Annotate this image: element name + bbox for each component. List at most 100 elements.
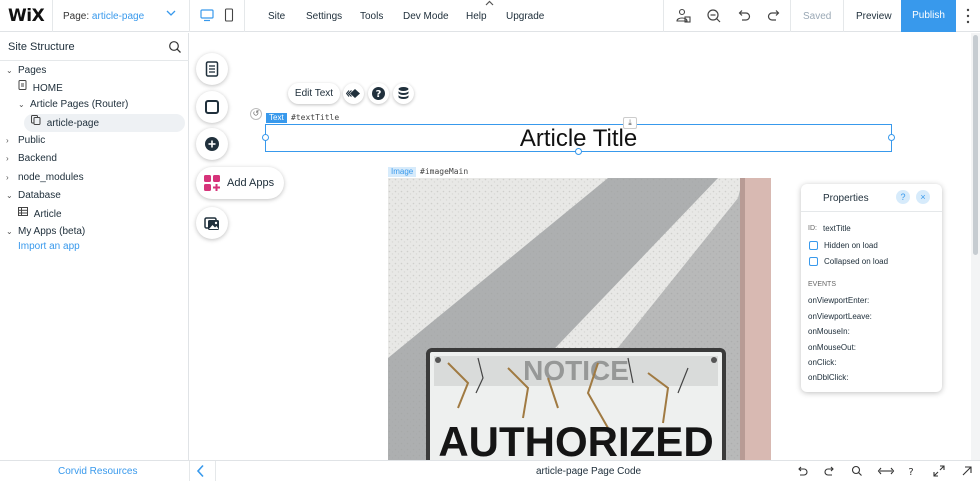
desktop-view-icon[interactable] bbox=[200, 8, 214, 22]
publish-button[interactable]: Publish bbox=[901, 0, 956, 32]
menu-tools[interactable]: Tools bbox=[360, 11, 383, 22]
corvid-resources-link[interactable]: Corvid Resources bbox=[58, 466, 137, 477]
tree-item-label: Database bbox=[18, 190, 61, 201]
database-icon bbox=[398, 87, 409, 99]
event-on-click[interactable]: onClick: bbox=[808, 358, 836, 367]
undo-icon[interactable] bbox=[735, 7, 753, 25]
canvas-scrollbar[interactable] bbox=[971, 33, 980, 460]
redo-icon[interactable] bbox=[765, 7, 783, 25]
tree-item-label: My Apps (beta) bbox=[18, 226, 86, 237]
id-input[interactable]: textTitle bbox=[823, 224, 851, 233]
more-options-button[interactable] bbox=[956, 0, 980, 32]
search-icon[interactable] bbox=[168, 40, 182, 54]
scrollbar-thumb[interactable] bbox=[973, 35, 978, 255]
page-selector-value: article-page bbox=[91, 11, 145, 22]
hidden-on-load-checkbox[interactable] bbox=[809, 241, 818, 250]
add-element-button[interactable] bbox=[196, 128, 228, 160]
chevron-right-icon: › bbox=[6, 173, 9, 182]
tree-item-article-pages-router[interactable]: ⌄ Article Pages (Router) bbox=[18, 96, 128, 114]
tree-item-label: article-page bbox=[46, 117, 100, 129]
help-icon[interactable]: ? bbox=[896, 190, 910, 204]
element-type-tag: Text bbox=[266, 113, 287, 123]
tree-item-node-modules[interactable]: › node_modules bbox=[6, 169, 84, 187]
zoom-out-icon[interactable] bbox=[705, 7, 723, 25]
media-icon bbox=[204, 217, 219, 230]
menu-settings[interactable]: Settings bbox=[306, 11, 342, 22]
import-app-label: Import an app bbox=[18, 241, 80, 252]
menu-dev-mode[interactable]: Dev Mode bbox=[403, 11, 449, 22]
event-on-viewport-enter[interactable]: onViewportEnter: bbox=[808, 296, 869, 305]
pages-icon bbox=[205, 61, 219, 77]
panel-title: Site Structure bbox=[8, 41, 75, 53]
divider bbox=[244, 0, 245, 32]
id-label: ID: bbox=[808, 225, 817, 232]
redo-icon[interactable] bbox=[823, 464, 837, 478]
divider bbox=[790, 0, 791, 32]
resize-handle-bottom[interactable] bbox=[575, 148, 582, 155]
expand-icon[interactable] bbox=[932, 464, 946, 478]
tree-item-pages[interactable]: ⌄ Pages bbox=[6, 62, 46, 80]
rotate-icon[interactable]: ↺ bbox=[250, 108, 262, 120]
checkbox-label: Collapsed on load bbox=[824, 257, 889, 266]
checkbox-label: Hidden on load bbox=[824, 241, 878, 250]
tree-item-public[interactable]: › Public bbox=[6, 132, 45, 150]
help-icon[interactable]: ? bbox=[904, 464, 918, 478]
tree-item-backend[interactable]: › Backend bbox=[6, 150, 57, 168]
media-tool-button[interactable] bbox=[196, 207, 228, 239]
svg-text:?: ? bbox=[908, 467, 913, 478]
tree-item-label: Article Pages (Router) bbox=[30, 99, 129, 110]
chevron-right-icon: › bbox=[6, 154, 9, 163]
chevron-left-icon[interactable] bbox=[196, 464, 205, 481]
code-panel-title: article-page Page Code bbox=[536, 466, 642, 477]
tree-item-label: node_modules bbox=[18, 172, 84, 183]
chevron-down-icon[interactable] bbox=[166, 8, 176, 21]
divider bbox=[0, 60, 189, 61]
tree-item-article-collection[interactable]: Article bbox=[18, 205, 62, 223]
tree-item-database[interactable]: ⌄ Database bbox=[6, 187, 61, 205]
close-icon[interactable]: × bbox=[916, 190, 930, 204]
resize-handle-left[interactable] bbox=[262, 134, 269, 141]
animation-button[interactable] bbox=[343, 83, 364, 104]
connect-data-button[interactable] bbox=[393, 83, 414, 104]
event-on-dbl-click[interactable]: onDblClick: bbox=[808, 373, 848, 382]
table-icon bbox=[18, 205, 28, 223]
divider bbox=[663, 0, 664, 32]
divider bbox=[189, 461, 190, 481]
pages-tool-button[interactable] bbox=[196, 53, 228, 85]
menu-site[interactable]: Site bbox=[268, 11, 285, 22]
preview-button[interactable]: Preview bbox=[856, 11, 892, 22]
tree-item-label: Article bbox=[33, 208, 62, 220]
collapsed-on-load-checkbox[interactable] bbox=[809, 257, 818, 266]
saved-status: Saved bbox=[803, 11, 832, 22]
import-app-link[interactable]: Import an app bbox=[18, 238, 80, 256]
edit-text-button[interactable]: Edit Text bbox=[288, 83, 340, 104]
event-on-mouse-in[interactable]: onMouseIn: bbox=[808, 327, 850, 336]
search-icon[interactable] bbox=[850, 464, 864, 478]
background-tool-button[interactable] bbox=[196, 91, 228, 123]
site-structure-panel: Site Structure ⌄ Pages HOME ⌄ Article Page… bbox=[0, 33, 189, 460]
tree-item-home[interactable]: HOME bbox=[18, 79, 63, 97]
open-external-icon[interactable] bbox=[960, 464, 974, 478]
event-on-viewport-leave[interactable]: onViewportLeave: bbox=[808, 312, 872, 321]
chevron-up-icon[interactable] bbox=[485, 0, 494, 8]
menu-help[interactable]: Help bbox=[466, 11, 487, 22]
help-button[interactable]: ? bbox=[368, 83, 389, 104]
page-selector[interactable]: Page: article-page bbox=[63, 11, 144, 22]
chevron-down-icon: ⌄ bbox=[6, 191, 13, 200]
menu-upgrade[interactable]: Upgrade bbox=[506, 11, 544, 22]
element-type-tag: Image bbox=[388, 167, 417, 177]
download-icon[interactable]: ⤓ bbox=[623, 117, 637, 129]
page-icon bbox=[18, 79, 27, 97]
event-on-mouse-out[interactable]: onMouseOut: bbox=[808, 343, 856, 352]
resize-handle-right[interactable] bbox=[888, 134, 895, 141]
background-icon bbox=[205, 100, 219, 114]
accessibility-icon[interactable] bbox=[674, 7, 692, 25]
divider bbox=[189, 0, 190, 32]
mobile-view-icon[interactable] bbox=[224, 8, 234, 22]
add-apps-button[interactable]: Add Apps bbox=[196, 167, 284, 199]
element-id-label: #imageMain bbox=[420, 167, 469, 176]
properties-toggle-icon[interactable] bbox=[877, 464, 895, 478]
main-image[interactable]: NOTICE AUTHORIZED bbox=[388, 178, 771, 460]
undo-icon[interactable] bbox=[795, 464, 809, 478]
tree-item-article-page[interactable]: article-page bbox=[24, 114, 185, 132]
